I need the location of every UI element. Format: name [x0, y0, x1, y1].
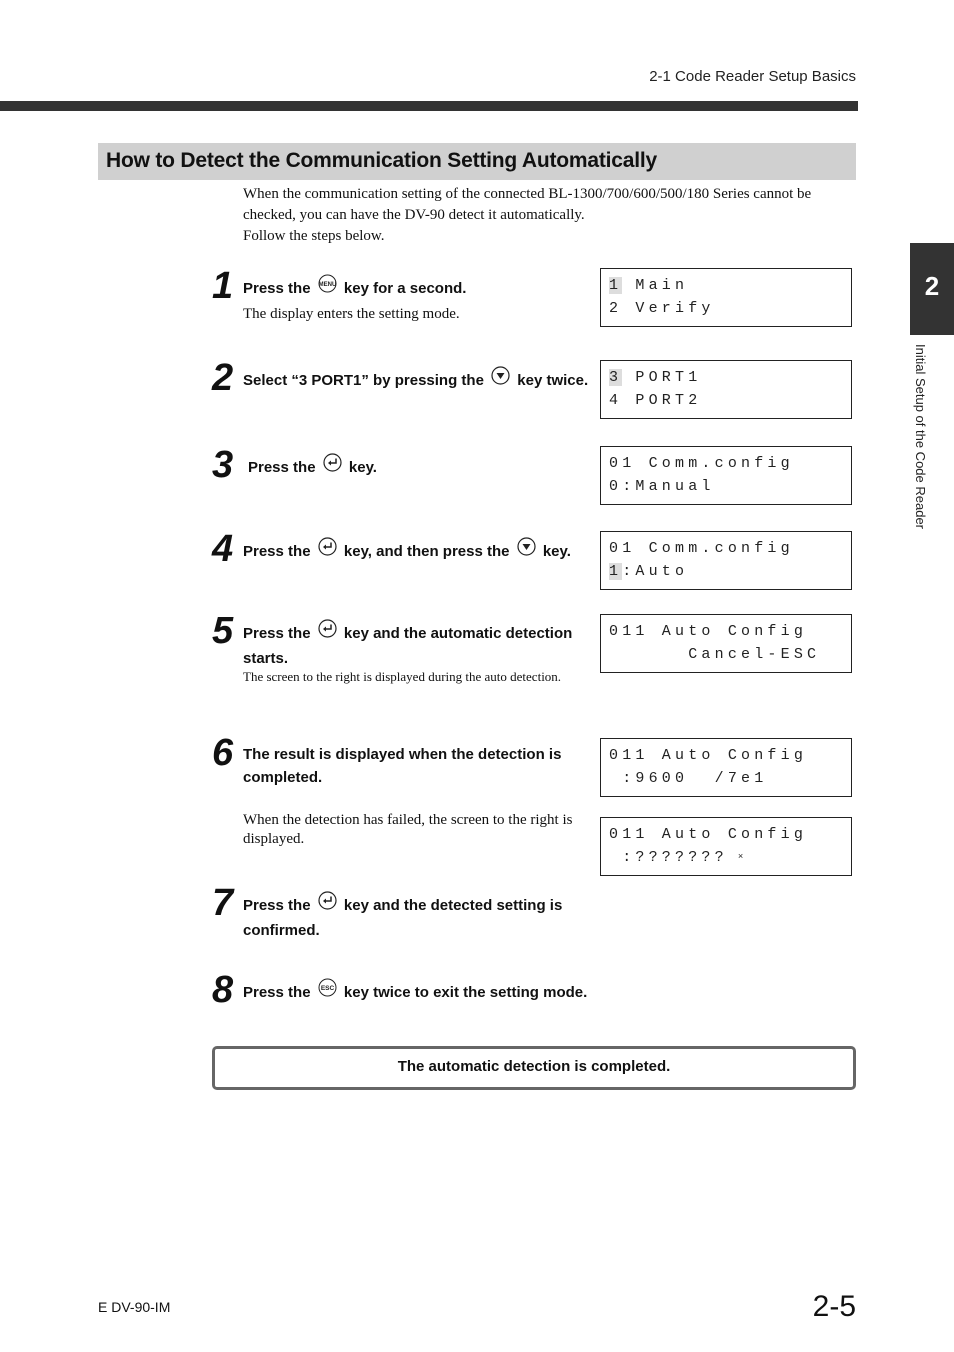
step-text: Press the [243, 983, 311, 1001]
step-title: Select “3 PORT1” by pressing the key twi… [243, 366, 595, 394]
doc-code: E DV-90-IM [98, 1299, 171, 1315]
step-title: The result is displayed when the detecti… [243, 746, 562, 786]
step-number: 7 [212, 882, 234, 924]
page-number: 2-5 [812, 1290, 856, 1323]
lcd-screen-comm-manual: 01 Comm.config 0:Manual [600, 446, 852, 505]
svg-text:MENU: MENU [318, 282, 336, 288]
lcd-line-1: 3 PORT1 [609, 369, 701, 386]
lcd-line-1: 011 Auto Config [609, 826, 808, 843]
enter-key-icon [318, 891, 337, 917]
lcd-line-2: 0:Manual [609, 478, 715, 495]
intro-text: When the communication setting of the co… [243, 184, 858, 247]
lcd-text: :Auto [622, 563, 689, 580]
step-note: The display enters the setting mode. [243, 306, 460, 322]
lcd-line-2: 2 Verify [609, 300, 715, 317]
menu-key-icon: MENU [318, 274, 337, 300]
lcd-line-2: :??????? × [609, 849, 743, 866]
step-text: Select “3 PORT1” by pressing the [243, 371, 484, 389]
step-number: 1 [212, 265, 234, 307]
step-title: Press the ESC key twice to exit the sett… [243, 978, 633, 1006]
step-title: Press the MENU key for a second. [243, 274, 595, 302]
chapter-number: 2 [924, 271, 940, 301]
step-text: Press the [243, 624, 311, 642]
step-text: key twice. [517, 371, 589, 389]
lcd-line-1: 1 Main [609, 277, 688, 294]
lcd-screen-auto-config-failed: 011 Auto Config :??????? × [600, 817, 852, 876]
step-number: 6 [212, 732, 234, 774]
lcd-text: PORT1 [622, 369, 702, 386]
step-number: 3 [212, 444, 234, 486]
lcd-line-1: 011 Auto Config [609, 623, 808, 640]
step-number: 8 [212, 969, 234, 1011]
step-number: 2 [212, 357, 234, 399]
step-text: key for a second. [343, 279, 467, 297]
step-text: key. [348, 458, 377, 476]
step-number: 4 [212, 528, 234, 570]
lcd-line-2: Cancel-ESC [609, 646, 821, 663]
lcd-line-1: 011 Auto Config [609, 747, 808, 764]
step-text: key. [542, 542, 571, 560]
step-title: Press the key and the automatic detectio… [243, 619, 603, 670]
step-note: When the detection has failed, the scree… [243, 812, 573, 847]
completion-box: The automatic detection is completed. [212, 1046, 856, 1090]
lcd-screen-auto-config-running: 011 Auto Config Cancel-ESC [600, 614, 852, 673]
lcd-screen-comm-auto: 01 Comm.config 1:Auto [600, 531, 852, 590]
intro-paragraph: When the communication setting of the co… [243, 186, 812, 223]
lcd-screen-port-select: 3 PORT1 4 PORT2 [600, 360, 852, 419]
step-title: Press the key, and then press the key. [243, 537, 603, 565]
section-heading-bar: How to Detect the Communication Setting … [98, 143, 856, 180]
lcd-text: :??????? [609, 849, 728, 866]
lcd-line-2: 1:Auto [609, 563, 688, 580]
svg-text:ESC: ESC [321, 985, 335, 992]
lcd-line-1: 01 Comm.config [609, 455, 794, 472]
lcd-line-2: :9600 /7e1 [609, 770, 768, 787]
chapter-tab: 2 [910, 243, 954, 335]
section-title: How to Detect the Communication Setting … [106, 149, 657, 172]
lcd-text: Main [622, 277, 689, 294]
fail-mark-icon: × [737, 852, 744, 862]
lcd-cursor: 3 [609, 369, 623, 386]
lcd-screen-auto-config-result: 011 Auto Config :9600 /7e1 [600, 738, 852, 797]
lcd-screen-main-menu: 1 Main 2 Verify [600, 268, 852, 327]
header-rule [0, 101, 858, 111]
enter-key-icon [318, 619, 337, 645]
intro-paragraph: Follow the steps below. [243, 228, 385, 244]
lcd-cursor: 1 [609, 563, 623, 580]
step-text: key twice to exit the setting mode. [343, 983, 588, 1001]
enter-key-icon [323, 453, 342, 479]
esc-key-icon: ESC [318, 978, 337, 1004]
step-text: key, and then press the [343, 542, 510, 560]
running-head: 2-1 Code Reader Setup Basics [649, 68, 856, 85]
lcd-cursor: 1 [609, 277, 623, 294]
chapter-title-vertical: Initial Setup of the Code Reader [913, 344, 928, 530]
step-title: Press the key and the detected setting i… [243, 891, 595, 942]
lcd-line-2: 4 PORT2 [609, 392, 702, 409]
step-text: Press the [243, 279, 311, 297]
step-number: 5 [212, 610, 234, 652]
down-arrow-key-icon [517, 537, 536, 563]
step-text: Press the [243, 542, 311, 560]
completion-text: The automatic detection is completed. [397, 1058, 671, 1075]
step-text: Press the [243, 896, 311, 914]
step-title: Press the key. [248, 453, 600, 481]
step-text: Press the [248, 458, 316, 476]
enter-key-icon [318, 537, 337, 563]
down-arrow-key-icon [491, 366, 510, 392]
step-note: The screen to the right is displayed dur… [243, 669, 562, 684]
lcd-line-1: 01 Comm.config [609, 540, 794, 557]
